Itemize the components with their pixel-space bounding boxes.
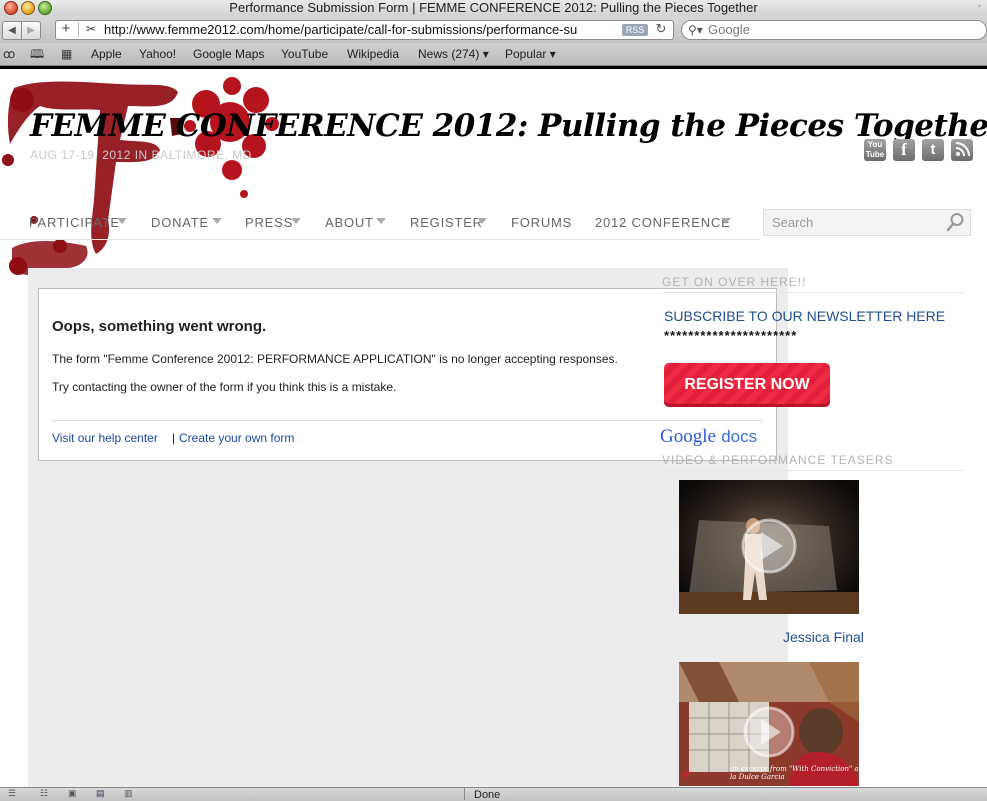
bookmarks-book-icon[interactable]: 🕮 [30, 46, 44, 62]
reload-icon[interactable]: ↻ [654, 21, 668, 37]
docs-wordmark: docs [721, 427, 758, 446]
nav-participate[interactable]: PARTICIPATE [29, 214, 120, 231]
columns-view-icon[interactable]: ▥ [124, 788, 142, 799]
status-text: Done [474, 789, 501, 801]
nav-donate[interactable]: DONATE [151, 214, 209, 231]
bookmark-youtube[interactable]: YouTube [281, 46, 328, 62]
list-view-icon[interactable]: ☰ [8, 788, 26, 799]
url-text[interactable]: http://www.femme2012.com/home/participat… [104, 21, 618, 39]
page-top-border [0, 66, 987, 69]
chevron-down-icon[interactable] [721, 218, 731, 224]
back-button[interactable]: ◀ [2, 21, 22, 40]
twitter-icon[interactable]: t [922, 139, 944, 161]
google-docs-logo[interactable]: Google docs [660, 424, 757, 450]
video-caption-jessica-final[interactable]: Jessica Final [783, 628, 864, 646]
video-overlay-caption: an excerpt from "With Conviction" a la D… [730, 765, 859, 781]
chevron-down-icon[interactable] [212, 218, 222, 224]
card-divider [52, 420, 763, 421]
magnifier-icon[interactable]: ⚲▾ [688, 21, 704, 39]
nav-divider [0, 239, 760, 240]
window-title: Performance Submission Form | FEMME CONF… [229, 0, 758, 15]
video-thumbnail-jessica[interactable] [679, 480, 859, 614]
sidebar-heading-video-teasers: VIDEO & PERFORMANCE TEASERS [662, 453, 894, 467]
error-message: The form "Femme Conference 20012: PERFOR… [52, 352, 618, 366]
browser-search-input[interactable]: Google [708, 21, 908, 39]
nav-press[interactable]: PRESS [245, 214, 293, 231]
search-icon[interactable] [946, 212, 964, 232]
register-now-label[interactable]: REGISTER NOW [664, 375, 830, 395]
nav-2012-conference[interactable]: 2012 CONFERENCE [595, 214, 731, 231]
nav-register[interactable]: REGISTER [410, 214, 483, 231]
sidebar-heading-rule [662, 470, 964, 471]
error-hint: Try contacting the owner of the form if … [52, 380, 397, 394]
youtube-icon[interactable]: You Tube [864, 139, 886, 161]
google-wordmark: Google [660, 426, 716, 447]
rss-feed-icon[interactable]: rss [951, 139, 973, 161]
newsletter-signup-link[interactable]: SUBSCRIBE TO OUR NEWSLETTER HERE [664, 307, 945, 325]
chevron-down-icon[interactable] [376, 218, 386, 224]
asterisk-divider: ********************** [664, 328, 798, 343]
forward-button[interactable]: ▶ [21, 21, 41, 40]
create-form-link[interactable]: Create your own form [179, 429, 294, 447]
nav-about[interactable]: ABOUT [325, 214, 374, 231]
site-tagline: AUG 17-19, 2012 IN BALTIMORE, MD [30, 148, 252, 162]
chevron-down-icon[interactable] [117, 218, 127, 224]
site-favicon-icon: ✂ [86, 22, 97, 36]
site-search-input[interactable]: Search [772, 214, 932, 231]
error-title: Oops, something went wrong. [52, 318, 267, 335]
rss-badge[interactable]: RSS [622, 24, 648, 36]
rss-symbol-icon [955, 142, 970, 157]
help-center-link[interactable]: Visit our help center [52, 429, 158, 447]
facebook-icon[interactable]: f [893, 139, 915, 161]
nav-forums[interactable]: FORUMS [511, 214, 572, 231]
page-view-icon[interactable]: ▤ [96, 788, 114, 799]
image-view-icon[interactable]: ▣ [68, 788, 86, 799]
femme-logo-splatter[interactable] [0, 70, 290, 300]
outline-view-icon[interactable]: ☷ [40, 788, 58, 799]
link-separator: | [172, 431, 176, 445]
bookmark-google-maps[interactable]: Google Maps [193, 46, 264, 62]
sidebar-heading-get-on-over: GET ON OVER HERE!! [662, 275, 807, 289]
add-bookmark-icon[interactable]: + [58, 21, 74, 37]
reading-glasses-icon[interactable]: ꝏ [3, 46, 15, 62]
bookmark-news-folder[interactable]: News (274) ▾ [418, 46, 489, 62]
site-title[interactable]: FEMME CONFERENCE 2012: Pulling the Piece… [30, 106, 987, 146]
status-divider [464, 788, 465, 800]
toolbar-toggle-button[interactable]: ◦ [972, 0, 987, 14]
address-bar-divider [78, 22, 79, 37]
chevron-down-icon[interactable] [291, 218, 301, 224]
chevron-down-icon[interactable] [477, 218, 487, 224]
bookmark-apple[interactable]: Apple [91, 46, 122, 62]
bookmark-yahoo[interactable]: Yahoo! [139, 46, 176, 62]
bookmark-popular-folder[interactable]: Popular ▾ [505, 46, 556, 62]
top-sites-grid-icon[interactable]: ▦ [61, 46, 72, 62]
bookmark-wikipedia[interactable]: Wikipedia [347, 46, 399, 62]
sidebar-heading-rule [662, 292, 964, 293]
svg-text:F*: F* [683, 770, 692, 780]
